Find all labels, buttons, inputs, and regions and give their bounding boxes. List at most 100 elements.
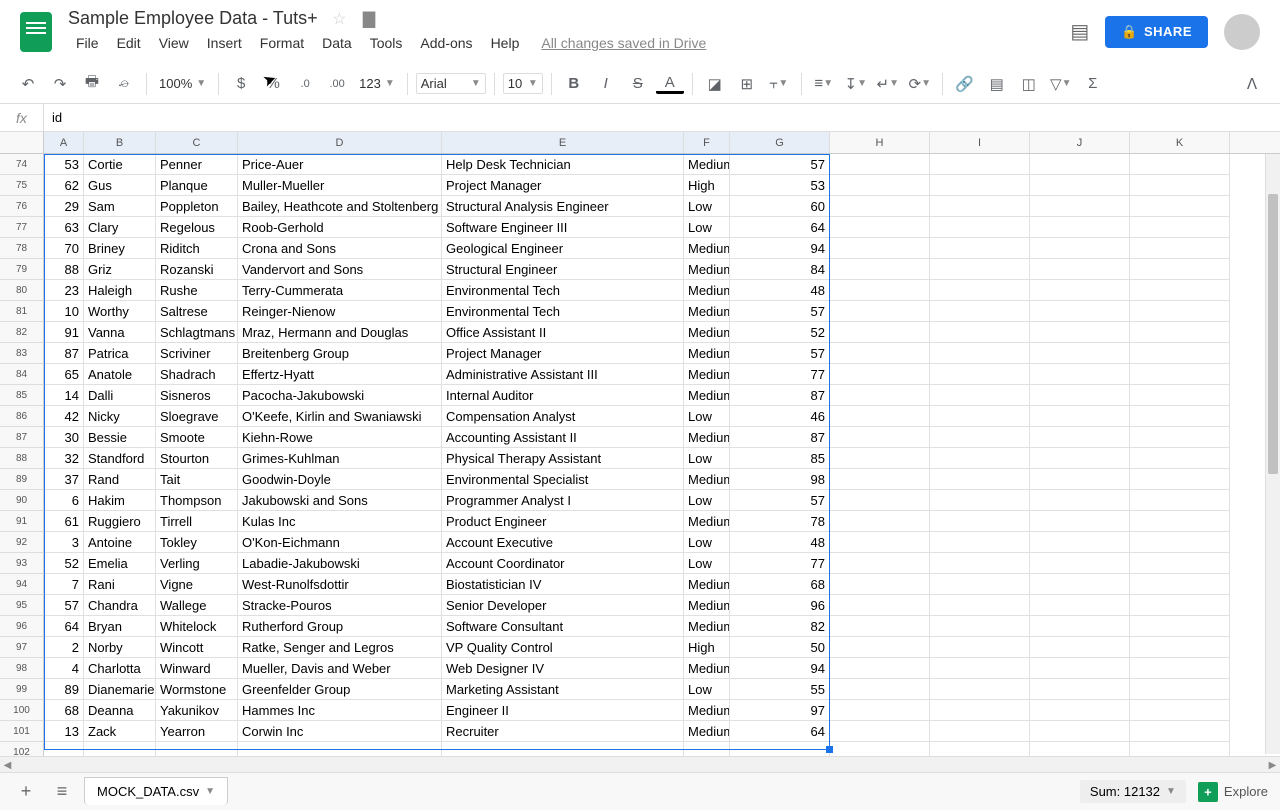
- cell[interactable]: [1030, 616, 1130, 637]
- cell[interactable]: 68: [44, 700, 84, 721]
- cell[interactable]: [930, 490, 1030, 511]
- menu-tools[interactable]: Tools: [362, 31, 411, 55]
- cell[interactable]: [930, 574, 1030, 595]
- col-header-A[interactable]: A: [44, 132, 84, 153]
- cell[interactable]: [930, 154, 1030, 175]
- cell[interactable]: Terry-Cummerata: [238, 280, 442, 301]
- cell[interactable]: Thompson: [156, 490, 238, 511]
- cell[interactable]: Account Executive: [442, 532, 684, 553]
- cell[interactable]: 57: [730, 301, 830, 322]
- cell[interactable]: [1030, 469, 1130, 490]
- cell[interactable]: Kulas Inc: [238, 511, 442, 532]
- col-header-D[interactable]: D: [238, 132, 442, 153]
- cell[interactable]: Pacocha-Jakubowski: [238, 385, 442, 406]
- bold-button[interactable]: B: [560, 70, 588, 98]
- cell[interactable]: [930, 385, 1030, 406]
- cell[interactable]: 6: [44, 490, 84, 511]
- vertical-scrollbar[interactable]: [1265, 154, 1280, 754]
- cell[interactable]: O'Keefe, Kirlin and Swaniawski: [238, 406, 442, 427]
- cell[interactable]: Structural Engineer: [442, 259, 684, 280]
- menu-insert[interactable]: Insert: [199, 31, 250, 55]
- row-header[interactable]: 98: [0, 658, 44, 679]
- cell[interactable]: [1130, 238, 1230, 259]
- cell[interactable]: [830, 427, 930, 448]
- cell[interactable]: [1030, 196, 1130, 217]
- cell[interactable]: 84: [730, 259, 830, 280]
- cell[interactable]: Effertz-Hyatt: [238, 364, 442, 385]
- table-row[interactable]: 8291VannaSchlagtmansMraz, Hermann and Do…: [0, 322, 1280, 343]
- row-header[interactable]: 86: [0, 406, 44, 427]
- cell[interactable]: Cortie: [84, 154, 156, 175]
- insert-link-button[interactable]: 🔗: [951, 70, 979, 98]
- cell[interactable]: Tokley: [156, 532, 238, 553]
- cell[interactable]: 78: [730, 511, 830, 532]
- cell[interactable]: Smoote: [156, 427, 238, 448]
- cell[interactable]: Briney: [84, 238, 156, 259]
- row-header[interactable]: 76: [0, 196, 44, 217]
- cell[interactable]: Stourton: [156, 448, 238, 469]
- cell[interactable]: [1130, 595, 1230, 616]
- cell[interactable]: Ruggiero: [84, 511, 156, 532]
- cell[interactable]: [156, 742, 238, 756]
- merge-cells-button[interactable]: ⫟▼: [765, 70, 793, 98]
- cell[interactable]: Low: [684, 406, 730, 427]
- select-all-cell[interactable]: [0, 132, 44, 153]
- row-header[interactable]: 99: [0, 679, 44, 700]
- table-row[interactable]: 923AntoineTokleyO'Kon-EichmannAccount Ex…: [0, 532, 1280, 553]
- cell[interactable]: Low: [684, 532, 730, 553]
- cell[interactable]: Yakunikov: [156, 700, 238, 721]
- cell[interactable]: [1130, 637, 1230, 658]
- cell[interactable]: Hammes Inc: [238, 700, 442, 721]
- cell[interactable]: 98: [730, 469, 830, 490]
- cell[interactable]: [830, 448, 930, 469]
- cell[interactable]: [1130, 574, 1230, 595]
- user-avatar[interactable]: [1224, 14, 1260, 50]
- cell[interactable]: Medium: [684, 280, 730, 301]
- cell[interactable]: [930, 301, 1030, 322]
- cell[interactable]: 85: [730, 448, 830, 469]
- cell[interactable]: Engineer II: [442, 700, 684, 721]
- cell[interactable]: 14: [44, 385, 84, 406]
- cell[interactable]: Low: [684, 217, 730, 238]
- cell[interactable]: Norby: [84, 637, 156, 658]
- cell[interactable]: [1130, 385, 1230, 406]
- cell[interactable]: Medium: [684, 343, 730, 364]
- text-rotation-button[interactable]: ⟳▼: [906, 70, 934, 98]
- cell[interactable]: 61: [44, 511, 84, 532]
- vertical-scroll-thumb[interactable]: [1268, 194, 1278, 474]
- row-header[interactable]: 94: [0, 574, 44, 595]
- cell[interactable]: Wincott: [156, 637, 238, 658]
- cell[interactable]: Medium: [684, 511, 730, 532]
- insert-comment-button[interactable]: ▤: [983, 70, 1011, 98]
- cell[interactable]: [1030, 511, 1130, 532]
- cell[interactable]: Winward: [156, 658, 238, 679]
- cell[interactable]: Mraz, Hermann and Douglas: [238, 322, 442, 343]
- cell[interactable]: [930, 511, 1030, 532]
- cell[interactable]: 88: [44, 259, 84, 280]
- cell[interactable]: [1130, 259, 1230, 280]
- cell[interactable]: Product Engineer: [442, 511, 684, 532]
- cell[interactable]: 87: [730, 385, 830, 406]
- cell[interactable]: [930, 616, 1030, 637]
- cell[interactable]: Saltrese: [156, 301, 238, 322]
- col-header-J[interactable]: J: [1030, 132, 1130, 153]
- cell[interactable]: Project Manager: [442, 343, 684, 364]
- cell[interactable]: Grimes-Kuhlman: [238, 448, 442, 469]
- cell[interactable]: [930, 406, 1030, 427]
- table-row[interactable]: 9989DianemarieWormstoneGreenfelder Group…: [0, 679, 1280, 700]
- table-row[interactable]: 102: [0, 742, 1280, 756]
- cell[interactable]: 53: [44, 154, 84, 175]
- cell[interactable]: 64: [44, 616, 84, 637]
- table-row[interactable]: 947RaniVigneWest-RunolfsdottirBiostatist…: [0, 574, 1280, 595]
- cell[interactable]: Environmental Tech: [442, 280, 684, 301]
- cell[interactable]: Greenfelder Group: [238, 679, 442, 700]
- cell[interactable]: Software Engineer III: [442, 217, 684, 238]
- cell[interactable]: 30: [44, 427, 84, 448]
- cell[interactable]: Recruiter: [442, 721, 684, 742]
- cell[interactable]: Sisneros: [156, 385, 238, 406]
- table-row[interactable]: 984CharlottaWinwardMueller, Davis and We…: [0, 658, 1280, 679]
- cell[interactable]: Standford: [84, 448, 156, 469]
- cell[interactable]: Medium: [684, 364, 730, 385]
- cell[interactable]: 89: [44, 679, 84, 700]
- cell[interactable]: [830, 217, 930, 238]
